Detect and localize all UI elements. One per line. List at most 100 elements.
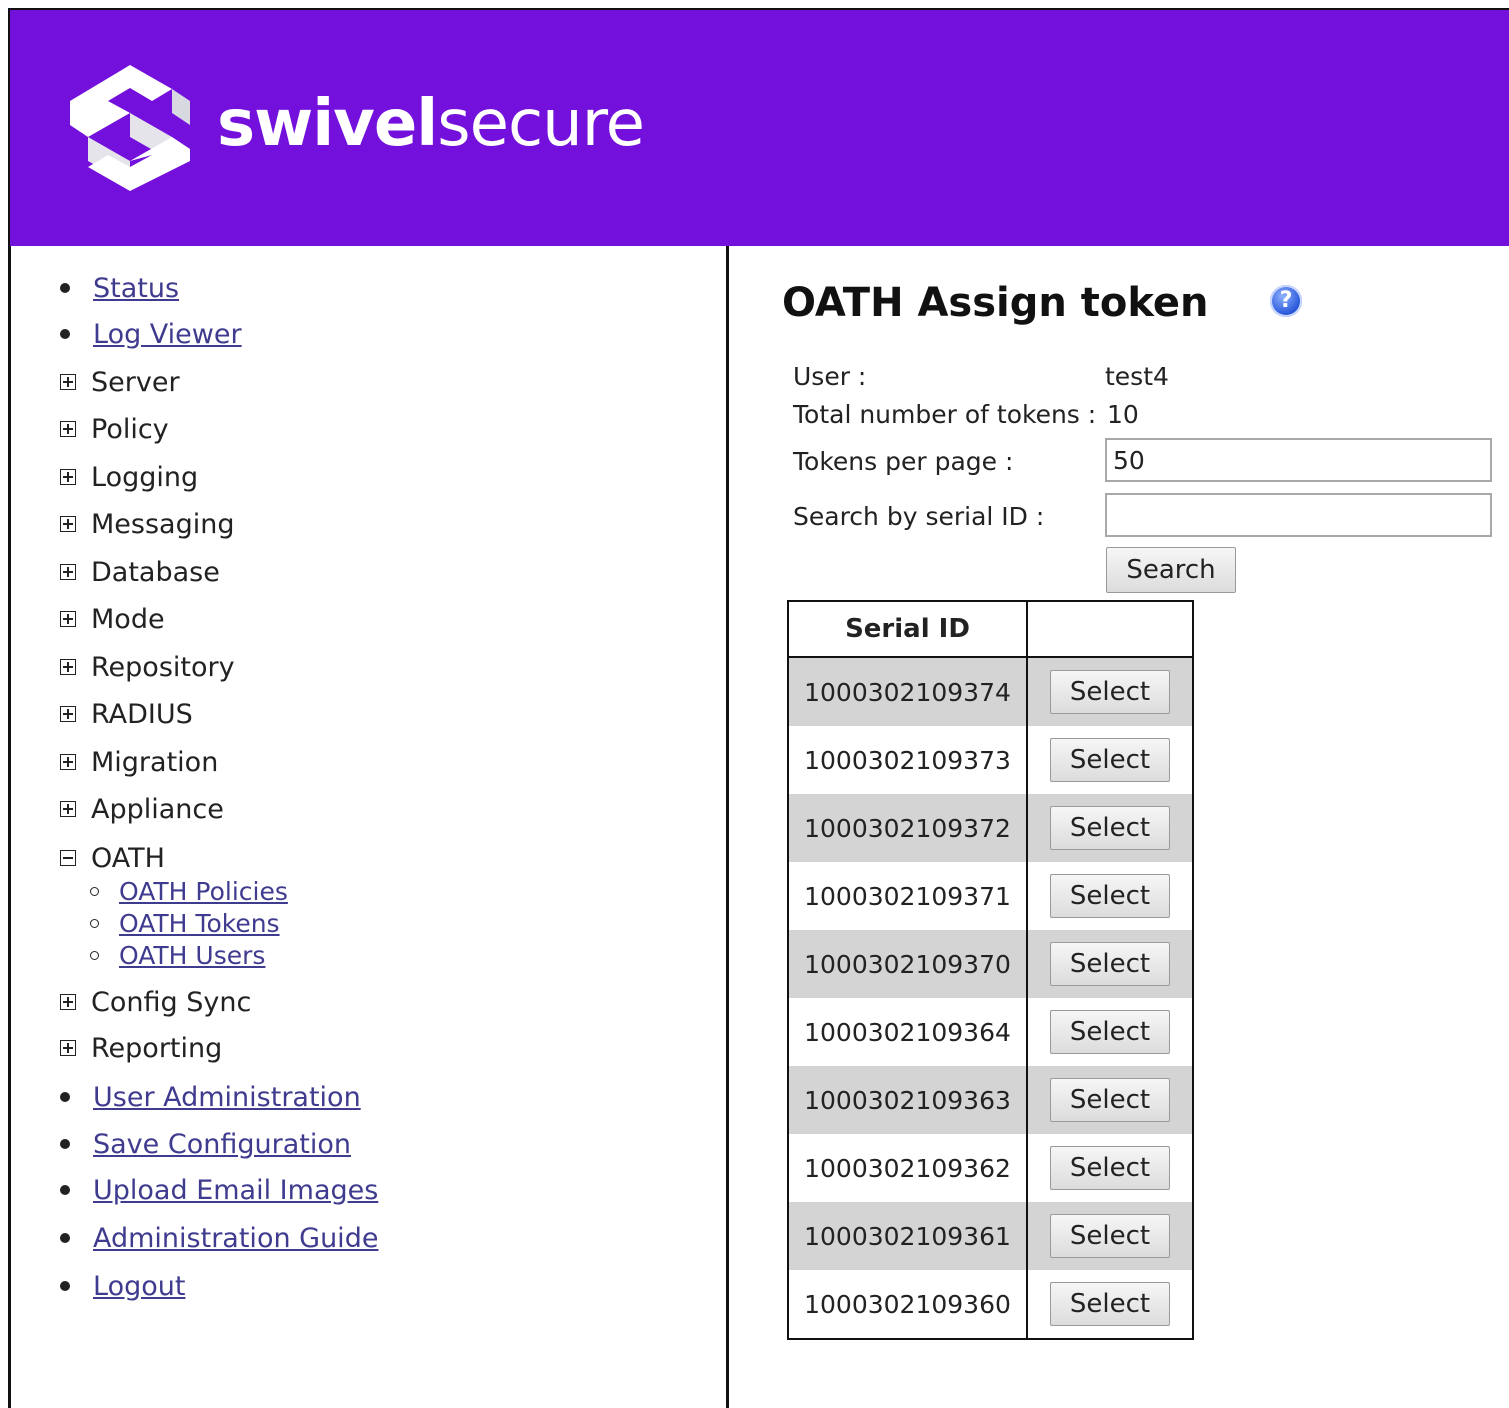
expand-plus-icon[interactable] [60,801,76,817]
sidebar-item-migration[interactable]: Migration [60,744,218,780]
select-token-button[interactable]: Select [1050,1214,1170,1258]
sidebar-item-label[interactable]: Logout [93,1271,185,1302]
table-row: 1000302109360 Select [787,1270,1194,1339]
action-cell: Select [1026,794,1194,862]
select-token-button[interactable]: Select [1050,670,1170,714]
expand-plus-icon[interactable] [60,421,76,437]
sidebar-item-label: Config Sync [91,986,252,1018]
sidebar-subitem-oath-policies[interactable]: OATH Policies [90,876,288,906]
expand-plus-icon[interactable] [60,1040,76,1056]
sidebar-item-label: Appliance [91,793,224,825]
sidebar-subitem-oath-tokens[interactable]: OATH Tokens [90,908,280,938]
serial-id-cell: 1000302109363 [787,1066,1028,1134]
sidebar-item-upload-email-images[interactable]: Upload Email Images [60,1172,378,1208]
sidebar-item-oath[interactable]: OATH [60,840,165,876]
tokens-per-page-input[interactable] [1105,438,1492,482]
sidebar-subitem-label[interactable]: OATH Policies [119,877,288,906]
sidebar-subitem-label[interactable]: OATH Users [119,941,265,970]
sidebar-item-repository[interactable]: Repository [60,649,235,685]
search-serial-input[interactable] [1105,493,1492,537]
sidebar-item-label[interactable]: User Administration [93,1082,361,1113]
help-icon[interactable]: ? [1270,285,1302,317]
sidebar-item-label[interactable]: Status [93,273,179,304]
sidebar-subitem-oath-users[interactable]: OATH Users [90,940,265,970]
expand-plus-icon[interactable] [60,564,76,580]
select-token-button[interactable]: Select [1050,806,1170,850]
tokens-per-page-label: Tokens per page : [793,447,1014,476]
sidebar-item-label: OATH [91,842,165,874]
expand-plus-icon[interactable] [60,516,76,532]
sidebar-item-policy[interactable]: Policy [60,411,169,447]
serial-id-cell: 1000302109372 [787,794,1028,862]
bullet-icon [60,283,70,293]
action-cell: Select [1026,998,1194,1066]
sidebar-item-appliance[interactable]: Appliance [60,791,224,827]
sidebar-item-label: Messaging [91,508,235,540]
expand-plus-icon[interactable] [60,659,76,675]
action-cell: Select [1026,930,1194,998]
table-row: 1000302109363 Select [787,1066,1194,1134]
swivel-logo-icon [70,65,190,191]
sidebar-item-save-configuration[interactable]: Save Configuration [60,1126,351,1162]
select-token-button[interactable]: Select [1050,1146,1170,1190]
expand-plus-icon[interactable] [60,469,76,485]
sidebar-item-administration-guide[interactable]: Administration Guide [60,1220,378,1256]
sidebar-item-user-administration[interactable]: User Administration [60,1079,361,1115]
select-token-button[interactable]: Select [1050,1078,1170,1122]
bullet-icon [60,329,70,339]
sidebar-item-label[interactable]: Log Viewer [93,319,242,350]
select-token-button[interactable]: Select [1050,942,1170,986]
expand-plus-icon[interactable] [60,706,76,722]
expand-plus-icon[interactable] [60,754,76,770]
serial-id-cell: 1000302109360 [787,1270,1028,1339]
sidebar-item-label[interactable]: Upload Email Images [93,1175,378,1206]
header-banner: swivelsecure [10,10,1509,246]
select-token-button[interactable]: Select [1050,1282,1170,1326]
serial-id-cell: 1000302109362 [787,1134,1028,1202]
sidebar-item-label[interactable]: Save Configuration [93,1129,351,1160]
user-value: test4 [1105,362,1169,391]
sidebar-item-logging[interactable]: Logging [60,459,198,495]
table-row: 1000302109361 Select [787,1202,1194,1270]
circle-bullet-icon [90,886,99,896]
total-tokens-label: Total number of tokens : [793,400,1097,429]
sidebar-item-logout[interactable]: Logout [60,1268,185,1304]
table-row: 1000302109364 Select [787,998,1194,1066]
sidebar-item-server[interactable]: Server [60,364,180,400]
search-button[interactable]: Search [1106,547,1236,593]
search-serial-label: Search by serial ID : [793,502,1045,531]
select-token-button[interactable]: Select [1050,1010,1170,1054]
sidebar-item-status[interactable]: Status [60,270,179,306]
total-tokens-value: 10 [1107,400,1139,429]
sidebar-item-log-viewer[interactable]: Log Viewer [60,316,242,352]
circle-bullet-icon [90,918,99,928]
bullet-icon [60,1233,70,1243]
action-cell: Select [1026,1066,1194,1134]
column-header-serial-id: Serial ID [787,600,1028,658]
select-token-button[interactable]: Select [1050,738,1170,782]
sidebar-subitem-label[interactable]: OATH Tokens [119,909,280,938]
expand-plus-icon[interactable] [60,994,76,1010]
sidebar-item-label: RADIUS [91,698,193,730]
table-row: 1000302109362 Select [787,1134,1194,1202]
sidebar-item-label: Repository [91,651,235,683]
action-cell: Select [1026,1134,1194,1202]
sidebar-item-database[interactable]: Database [60,554,220,590]
expand-plus-icon[interactable] [60,611,76,627]
expand-plus-icon[interactable] [60,374,76,390]
sidebar-item-reporting[interactable]: Reporting [60,1030,222,1066]
sidebar-item-label[interactable]: Administration Guide [93,1223,378,1254]
sidebar-item-config-sync[interactable]: Config Sync [60,984,251,1020]
sidebar-item-mode[interactable]: Mode [60,601,165,637]
table-row: 1000302109371 Select [787,862,1194,930]
serial-id-cell: 1000302109373 [787,726,1028,794]
serial-id-cell: 1000302109361 [787,1202,1028,1270]
serial-id-cell: 1000302109374 [787,657,1028,726]
sidebar-item-radius[interactable]: RADIUS [60,696,193,732]
sidebar-item-label: Database [91,556,220,588]
token-table: Serial ID 1000302109374 Select 10003021093… [787,600,1194,1340]
bullet-icon [60,1281,70,1291]
sidebar-item-messaging[interactable]: Messaging [60,506,234,542]
select-token-button[interactable]: Select [1050,874,1170,918]
collapse-minus-icon[interactable] [60,850,76,866]
